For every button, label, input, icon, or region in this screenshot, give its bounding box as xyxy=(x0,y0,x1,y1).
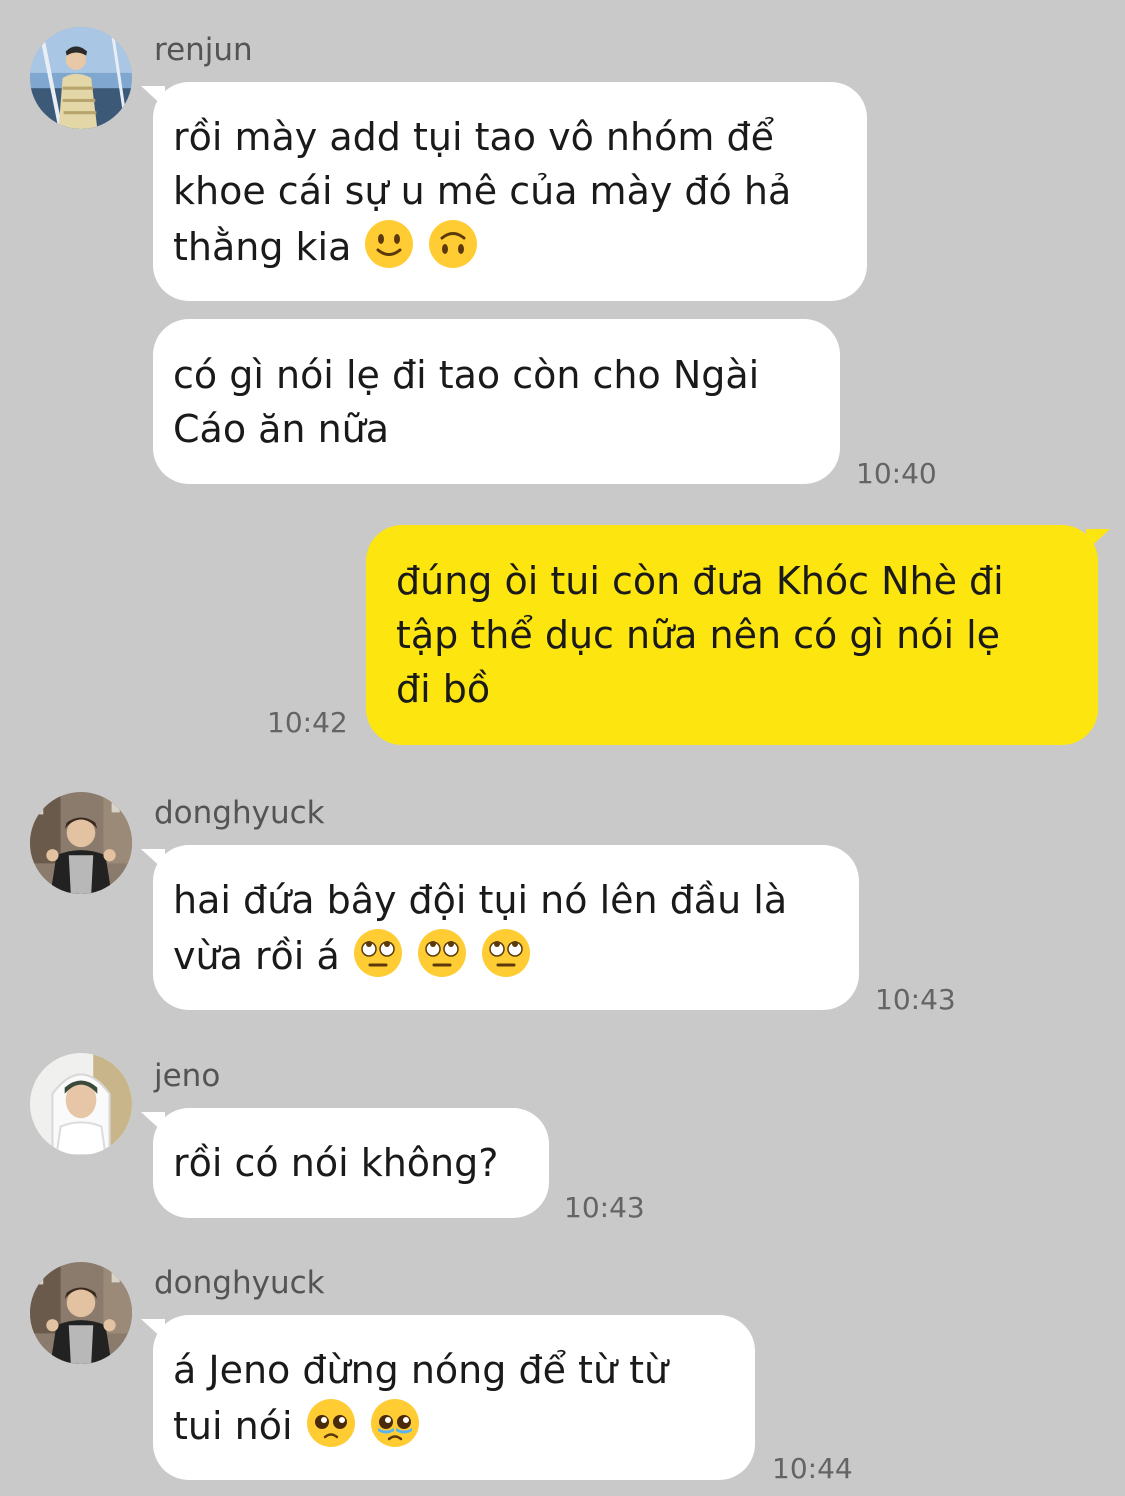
message-line: đi bồ xyxy=(396,667,491,711)
message-line: có gì nói lẹ đi tao còn cho Ngài xyxy=(173,352,760,397)
avatar-donghyuck[interactable] xyxy=(30,792,132,894)
message-line: rồi có nói không? xyxy=(173,1141,499,1185)
message-line: á Jeno đừng nóng để từ từ xyxy=(173,1347,669,1392)
message-bubble[interactable]: rồi mày add tụi tao vô nhóm để khoe cái … xyxy=(141,82,867,301)
avatar-photo-donghyuck xyxy=(30,1262,132,1364)
eye-roll-face-icon xyxy=(352,927,404,979)
avatar-photo-renjun xyxy=(30,27,132,129)
message-text: tui nói xyxy=(173,1403,293,1448)
sender-name: jeno xyxy=(154,1058,221,1094)
pleading-face-tear-icon xyxy=(369,1397,421,1449)
message-line: tập thể dục nữa nên có gì nói lẹ xyxy=(396,613,1001,657)
avatar-photo-jeno xyxy=(30,1053,132,1155)
message-timestamp: 10:43 xyxy=(564,1191,645,1224)
sender-name: donghyuck xyxy=(154,1265,325,1301)
message-line: thằng kia xyxy=(173,218,847,274)
message-line: tui nói xyxy=(173,1397,735,1453)
eye-roll-face-icon xyxy=(480,927,532,979)
sender-name: donghyuck xyxy=(154,795,325,831)
message-line: khoe cái sự u mê của mày đó hả xyxy=(173,168,792,213)
message-line: rồi mày add tụi tao vô nhóm để xyxy=(173,114,774,159)
message-bubble[interactable]: á Jeno đừng nóng để từ từ tui nói xyxy=(141,1315,755,1480)
outgoing-message-bubble[interactable]: đúng òi tui còn đưa Khóc Nhè đi tập thể … xyxy=(366,525,1110,745)
message-line: hai đứa bây đội tụi nó lên đầu là xyxy=(173,877,788,922)
message-line: đúng òi tui còn đưa Khóc Nhè đi xyxy=(396,559,1004,603)
avatar-photo-donghyuck xyxy=(30,792,132,894)
sender-name: renjun xyxy=(154,32,253,68)
message-line: Cáo ăn nữa xyxy=(173,406,390,451)
message-text: vừa rồi á xyxy=(173,933,340,978)
message-timestamp: 10:42 xyxy=(267,706,348,739)
avatar-renjun[interactable] xyxy=(30,27,132,129)
message-timestamp: 10:43 xyxy=(875,983,956,1016)
slightly-smiling-face-icon xyxy=(363,218,415,270)
avatar-jeno[interactable] xyxy=(30,1053,132,1155)
message-bubble[interactable]: hai đứa bây đội tụi nó lên đầu là vừa rồ… xyxy=(141,845,859,1010)
message-text: thằng kia xyxy=(173,224,352,269)
message-bubble[interactable]: có gì nói lẹ đi tao còn cho Ngài Cáo ăn … xyxy=(153,319,840,484)
message-line: vừa rồi á xyxy=(173,927,839,983)
message-bubble[interactable]: rồi có nói không? xyxy=(141,1108,549,1218)
eye-roll-face-icon xyxy=(416,927,468,979)
pleading-face-icon xyxy=(305,1397,357,1449)
message-timestamp: 10:40 xyxy=(856,457,937,490)
upside-down-face-icon xyxy=(427,218,479,270)
message-timestamp: 10:44 xyxy=(772,1452,853,1485)
avatar-donghyuck[interactable] xyxy=(30,1262,132,1364)
